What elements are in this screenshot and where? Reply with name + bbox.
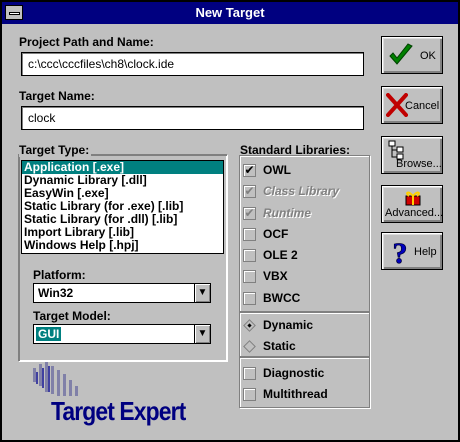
question-mark-icon: ? [392,237,408,267]
project-path-label: Project Path and Name: [19,35,154,49]
owl-checkbox[interactable]: ✔ OWL [243,163,363,179]
advanced-gift-icon [405,191,421,206]
window-title: New Target [195,5,265,20]
bwcc-checkbox[interactable]: BWCC [243,291,363,307]
target-model-select[interactable]: GUI ▼ [33,324,211,344]
checkmark-icon: ✔ [243,206,256,220]
platform-value: Win32 [38,286,74,300]
project-path-input[interactable]: c:\ccc\cccfiles\ch8\clock.ide [21,52,364,76]
ocf-checkbox[interactable]: OCF [243,227,363,243]
class-library-checkbox: ✔ Class Library [243,184,340,198]
cancel-button[interactable]: Cancel [381,86,443,124]
target-type-list[interactable]: Application [.exe] Dynamic Library [.dll… [21,160,224,254]
ole2-checkbox[interactable]: OLE 2 [243,248,363,264]
checkmark-icon: ✔ [243,163,256,177]
checkmark-icon: ✔ [243,184,256,198]
browse-tree-icon [388,140,404,160]
target-type-label: Target Type: [19,143,92,157]
platform-label: Platform: [33,268,86,282]
platform-select[interactable]: Win32 ▼ [33,283,211,303]
browse-button[interactable]: Browse... [381,136,443,174]
title-bar[interactable]: New Target [2,2,458,24]
standard-libraries-panel: ✔ OWL ✔ Class Library ✔ Runtime OCF OLE 2 V… [239,155,370,408]
target-expert-wordmark: Target Expert [51,396,186,426]
multithread-checkbox[interactable]: Multithread [243,387,363,403]
runtime-checkbox: ✔ Runtime [243,206,311,220]
target-name-input[interactable]: clock [21,106,364,130]
target-model-label: Target Model: [33,309,111,323]
checkmark-icon [389,43,413,65]
vbx-checkbox[interactable]: VBX [243,269,363,285]
ok-button[interactable]: OK [381,36,443,74]
dropdown-arrow-icon[interactable]: ▼ [194,325,210,343]
dropdown-arrow-icon[interactable]: ▼ [194,284,210,302]
svg-text:?: ? [393,237,408,267]
dynamic-radio[interactable]: Dynamic [243,318,363,334]
new-target-dialog: New Target Project Path and Name: c:\ccc… [0,0,460,442]
diagnostic-checkbox[interactable]: Diagnostic [243,366,363,382]
list-item[interactable]: Windows Help [.hpj] [22,239,223,252]
target-name-label: Target Name: [19,89,95,103]
target-model-value: GUI [36,327,62,341]
advanced-button[interactable]: Advanced... [381,185,443,223]
static-radio[interactable]: Static [243,339,363,355]
help-button[interactable]: ? Help [381,232,443,270]
